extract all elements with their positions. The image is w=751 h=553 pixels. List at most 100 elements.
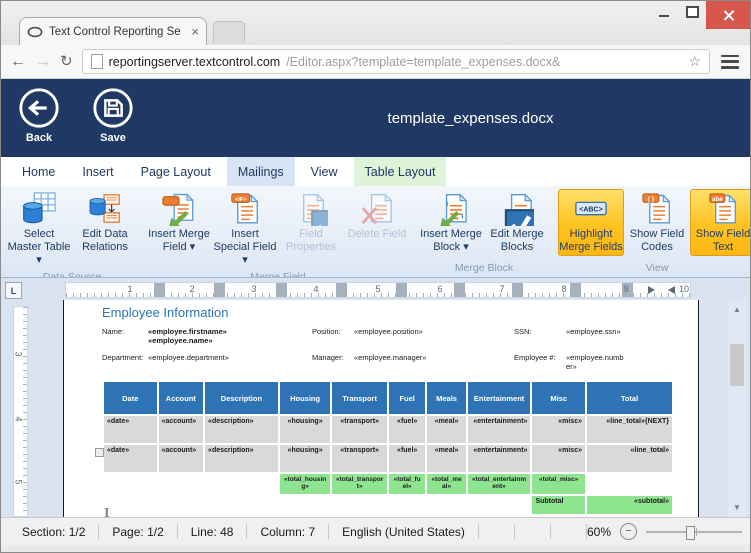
cell-merge-field[interactable]: «account» [159,416,203,443]
header-cell[interactable]: Account [159,382,203,414]
cell-line-total[interactable]: «line_total» [587,445,672,472]
edit-data-relations-button[interactable]: Edit Data Relations [72,189,138,256]
header-cell[interactable]: Description [205,382,278,414]
browser-forward-icon[interactable]: → [35,54,51,70]
window-maximize-button[interactable] [678,1,706,23]
name-merge-field[interactable]: «employee.firstname» «employee.name» [148,327,260,345]
insert-merge-field-button[interactable]: Insert Merge Field ▾ [146,189,212,256]
header-cell[interactable]: Fuel [389,382,425,414]
ruler-column-marker[interactable] [454,283,465,297]
manager-merge-field[interactable]: «employee.manager» [354,353,514,362]
cell-empty[interactable] [159,474,203,494]
employee-number-merge-field[interactable]: «employee.number» [566,353,624,371]
cell-line-total[interactable]: «line_total»{NEXT} [587,416,672,443]
back-button[interactable]: Back [14,86,64,144]
vertical-ruler[interactable]: 3 4 5 [13,306,28,517]
status-language[interactable]: English (United States) [329,524,479,539]
expense-table[interactable]: Date Account Description Housing Transpo… [102,380,674,516]
cell-total-field[interactable]: «total_housing» [280,474,331,494]
position-merge-field[interactable]: «employee.position» [354,327,514,336]
insert-special-field-button[interactable]: <IF> Insert Special Field ▾ [212,189,278,269]
tab-home[interactable]: Home [11,157,66,186]
cell-empty[interactable] [205,496,278,514]
cell-total-field[interactable]: «total_transport» [332,474,387,494]
tab-table-layout[interactable]: Table Layout [354,157,447,186]
cell-merge-field[interactable]: «housing» [280,416,331,443]
header-cell[interactable]: Transport [332,382,387,414]
tab-mailings[interactable]: Mailings [227,157,295,186]
cell-empty[interactable] [104,496,157,514]
cell-subtotal-label[interactable]: Subtotal [532,496,585,514]
cell-total-field[interactable]: «total_fuel» [389,474,425,494]
field-properties-button[interactable]: Field Properties [278,189,344,256]
ruler-column-marker[interactable] [276,283,287,297]
zoom-slider[interactable] [646,531,742,533]
cell-merge-field[interactable]: «entertainment» [468,445,531,472]
cell-total-field[interactable]: «total_misc» [532,474,585,494]
scroll-down-icon[interactable]: ▼ [728,501,746,514]
header-cell[interactable]: Misc [532,382,585,414]
tab-view[interactable]: View [300,157,349,186]
cell-merge-field[interactable]: «date» [104,416,157,443]
ruler-indent-marker[interactable] [668,286,675,294]
cell-merge-field[interactable]: «description» [205,416,278,443]
cell-empty[interactable] [468,496,531,514]
cell-merge-field[interactable]: «misc» [532,445,585,472]
cell-total-field[interactable]: «total_entertainment» [468,474,531,494]
ruler-column-marker[interactable] [154,283,165,297]
ruler-column-marker[interactable] [396,283,407,297]
ruler-column-marker[interactable] [336,283,347,297]
cell-merge-field[interactable]: «date» [104,445,157,472]
cell-total-field[interactable]: «total_meal» [427,474,465,494]
cell-merge-field[interactable]: «transport» [332,445,387,472]
ruler-tab-selector[interactable]: L [5,282,22,299]
new-tab-button[interactable] [213,21,245,43]
ruler-column-marker[interactable] [570,283,581,297]
window-minimize-button[interactable] [650,1,678,23]
department-merge-field[interactable]: «employee.department» [148,353,312,362]
cell-empty[interactable] [332,496,387,514]
cell-merge-field[interactable]: «description» [205,445,278,472]
cell-empty[interactable] [104,474,157,494]
header-cell[interactable]: Housing [280,382,331,414]
cell-empty[interactable] [587,474,672,494]
cell-empty[interactable] [159,496,203,514]
cell-selection-handle[interactable] [95,448,104,457]
header-cell[interactable]: Date [104,382,157,414]
url-bar[interactable]: reportingserver.textcontrol.com /Editor.… [82,49,710,74]
show-field-codes-button[interactable]: { } Show Field Codes [624,189,690,256]
tab-insert[interactable]: Insert [71,157,124,186]
browser-menu-icon[interactable] [719,54,741,70]
header-cell[interactable]: Total [587,382,672,414]
cell-subtotal-field[interactable]: «subtotal» [587,496,672,514]
edit-merge-blocks-button[interactable]: Edit Merge Blocks [484,189,550,256]
cell-merge-field[interactable]: «misc» [532,416,585,443]
insert-merge-block-button[interactable]: I I Insert Merge Block ▾ [418,189,484,256]
horizontal-ruler[interactable]: 1 2 3 4 5 6 7 8 9 10 [65,282,691,298]
ruler-column-marker[interactable] [214,283,225,297]
header-cell[interactable]: Entertainment [468,382,531,414]
bookmark-star-icon[interactable]: ☆ [688,53,701,70]
ssn-merge-field[interactable]: «employee.ssn» [566,327,652,336]
browser-tab[interactable]: Text Control Reporting Se × [19,17,207,45]
tab-close-icon[interactable]: × [191,25,199,38]
ruler-column-marker[interactable] [512,283,523,297]
browser-back-icon[interactable]: ← [10,54,26,70]
tab-page-layout[interactable]: Page Layout [130,157,222,186]
cell-merge-field[interactable]: «meal» [427,445,465,472]
cell-merge-field[interactable]: «entertainment» [468,416,531,443]
zoom-out-button[interactable]: − [620,523,637,540]
cell-empty[interactable] [280,496,331,514]
cell-empty[interactable] [205,474,278,494]
cell-empty[interactable] [427,496,465,514]
cell-merge-field[interactable]: «transport» [332,416,387,443]
header-cell[interactable]: Meals [427,382,465,414]
cell-merge-field[interactable]: «fuel» [389,445,425,472]
select-master-table-button[interactable]: Select Master Table ▾ [6,189,72,269]
highlight-merge-fields-button[interactable]: <ABC> Highlight Merge Fields [558,189,624,256]
document-page[interactable]: Employee Information Name: «employee.fir… [63,300,699,517]
show-field-text-button[interactable]: abe Show Field Text [690,189,750,256]
cell-merge-field[interactable]: «fuel» [389,416,425,443]
window-close-button[interactable] [706,1,750,29]
save-button[interactable]: Save [88,86,138,144]
